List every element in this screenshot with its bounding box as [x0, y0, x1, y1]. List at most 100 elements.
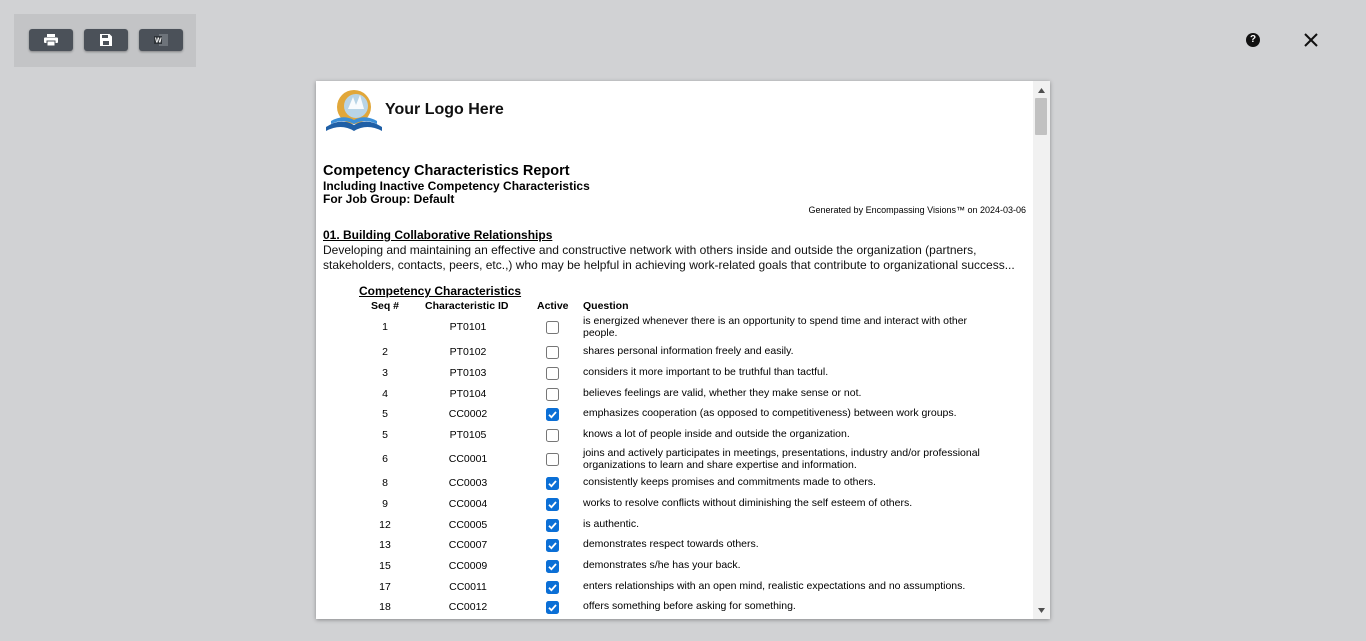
active-checkbox[interactable] [546, 498, 559, 511]
column-header-question: Question [583, 300, 629, 312]
column-header-seq: Seq # [371, 300, 400, 312]
print-button[interactable] [29, 29, 73, 51]
question-cell: enters relationships with an open mind, … [583, 580, 966, 592]
characteristic-id-cell: CC0011 [449, 581, 487, 593]
seq-cell: 6 [382, 453, 388, 465]
question-cell: believes feelings are valid, whether the… [583, 387, 862, 399]
unchecked-box-icon [546, 321, 559, 334]
active-checkbox[interactable] [546, 321, 559, 334]
active-checkbox[interactable] [546, 367, 559, 380]
checkmark-icon [546, 539, 559, 552]
seq-cell: 15 [379, 560, 391, 572]
unchecked-box-icon [546, 429, 559, 442]
active-checkbox[interactable] [546, 388, 559, 401]
checkmark-icon [546, 408, 559, 421]
checkmark-icon [546, 581, 559, 594]
characteristic-id-cell: CC0005 [448, 519, 488, 531]
report-subtitle-inactive: Including Inactive Competency Characteri… [323, 179, 590, 193]
report-toolbar: W [14, 14, 196, 67]
checkmark-icon [546, 498, 559, 511]
unchecked-box-icon [546, 453, 559, 466]
question-cell: consistently keeps promises and commitme… [583, 476, 876, 488]
question-cell: considers it more important to be truthf… [583, 366, 829, 378]
seq-cell: 18 [379, 601, 391, 613]
scroll-down-arrow[interactable] [1033, 603, 1050, 617]
seq-cell: 9 [382, 498, 388, 510]
report-title: Competency Characteristics Report [323, 163, 570, 179]
seq-cell: 2 [382, 346, 388, 358]
question-cell: demonstrates s/he has your back. [583, 559, 741, 571]
active-checkbox[interactable] [546, 408, 559, 421]
seq-cell: 5 [382, 429, 388, 441]
column-header-characteristic-id: Characteristic ID [425, 300, 509, 312]
print-icon [44, 34, 58, 46]
save-button[interactable] [84, 29, 128, 51]
seq-cell: 5 [382, 408, 388, 420]
scroll-thumb[interactable] [1035, 98, 1047, 135]
unchecked-box-icon [546, 346, 559, 359]
triangle-down-icon [1038, 607, 1045, 613]
word-document-icon: W [154, 34, 168, 46]
checkmark-icon [546, 519, 559, 532]
characteristic-id-cell: CC0003 [448, 477, 488, 489]
characteristic-id-cell: PT0103 [449, 367, 487, 379]
characteristic-id-cell: PT0102 [449, 346, 487, 358]
company-logo [326, 90, 382, 131]
svg-text:W: W [155, 38, 162, 45]
report-viewer[interactable]: Your Logo Here Competency Characteristic… [316, 81, 1050, 619]
logo-text: Your Logo Here [385, 101, 504, 118]
checkmark-icon [546, 601, 559, 614]
question-cell: offers something before asking for somet… [583, 600, 796, 612]
competency-section-description: Developing and maintaining an effective … [323, 243, 1015, 272]
characteristic-id-cell: CC0009 [448, 560, 488, 572]
export-word-button[interactable]: W [139, 29, 183, 51]
checkmark-icon [546, 477, 559, 490]
question-cell: demonstrates respect towards others. [583, 538, 759, 550]
active-checkbox[interactable] [546, 429, 559, 442]
seq-cell: 4 [382, 388, 388, 400]
help-button[interactable]: ? [1246, 33, 1260, 47]
characteristics-heading: Competency Characteristics [359, 284, 522, 298]
characteristic-id-cell: CC0012 [448, 601, 488, 613]
vertical-scrollbar[interactable] [1033, 81, 1050, 619]
question-cell: shares personal information freely and e… [583, 345, 794, 357]
competency-section-title: 01. Building Collaborative Relationships [323, 228, 553, 242]
question-cell: joins and actively participates in meeti… [583, 447, 980, 471]
seq-cell: 8 [382, 477, 388, 489]
unchecked-box-icon [546, 388, 559, 401]
question-cell: works to resolve conflicts without dimin… [583, 497, 913, 509]
unchecked-box-icon [546, 367, 559, 380]
active-checkbox[interactable] [546, 453, 559, 466]
question-cell: is authentic. [583, 518, 640, 530]
characteristic-id-cell: CC0001 [448, 453, 488, 465]
close-icon [1304, 33, 1318, 47]
active-checkbox[interactable] [546, 539, 559, 552]
seq-cell: 13 [379, 539, 391, 551]
seq-cell: 3 [382, 367, 388, 379]
characteristic-id-cell: CC0002 [448, 408, 488, 420]
characteristic-id-cell: PT0101 [449, 321, 487, 333]
question-cell: is energized whenever there is an opport… [583, 315, 968, 339]
question-cell: knows a lot of people inside and outside… [583, 428, 850, 440]
triangle-up-icon [1038, 87, 1045, 93]
scroll-up-arrow[interactable] [1033, 83, 1050, 97]
characteristic-id-cell: CC0004 [448, 498, 488, 510]
characteristic-id-cell: PT0105 [449, 429, 487, 441]
seq-cell: 17 [379, 581, 391, 593]
active-checkbox[interactable] [546, 519, 559, 532]
seq-cell: 12 [379, 519, 391, 531]
floppy-disk-icon [100, 34, 112, 46]
active-checkbox[interactable] [546, 477, 559, 490]
checkmark-icon [546, 560, 559, 573]
question-cell: emphasizes cooperation (as opposed to co… [583, 407, 957, 419]
active-checkbox[interactable] [546, 601, 559, 614]
help-label: ? [1249, 34, 1257, 45]
seq-cell: 1 [382, 321, 388, 333]
close-button[interactable] [1301, 30, 1321, 50]
report-subtitle-job-group: For Job Group: Default [323, 192, 455, 206]
active-checkbox[interactable] [546, 581, 559, 594]
column-header-active: Active [537, 300, 569, 312]
characteristic-id-cell: PT0104 [449, 388, 487, 400]
active-checkbox[interactable] [546, 346, 559, 359]
active-checkbox[interactable] [546, 560, 559, 573]
